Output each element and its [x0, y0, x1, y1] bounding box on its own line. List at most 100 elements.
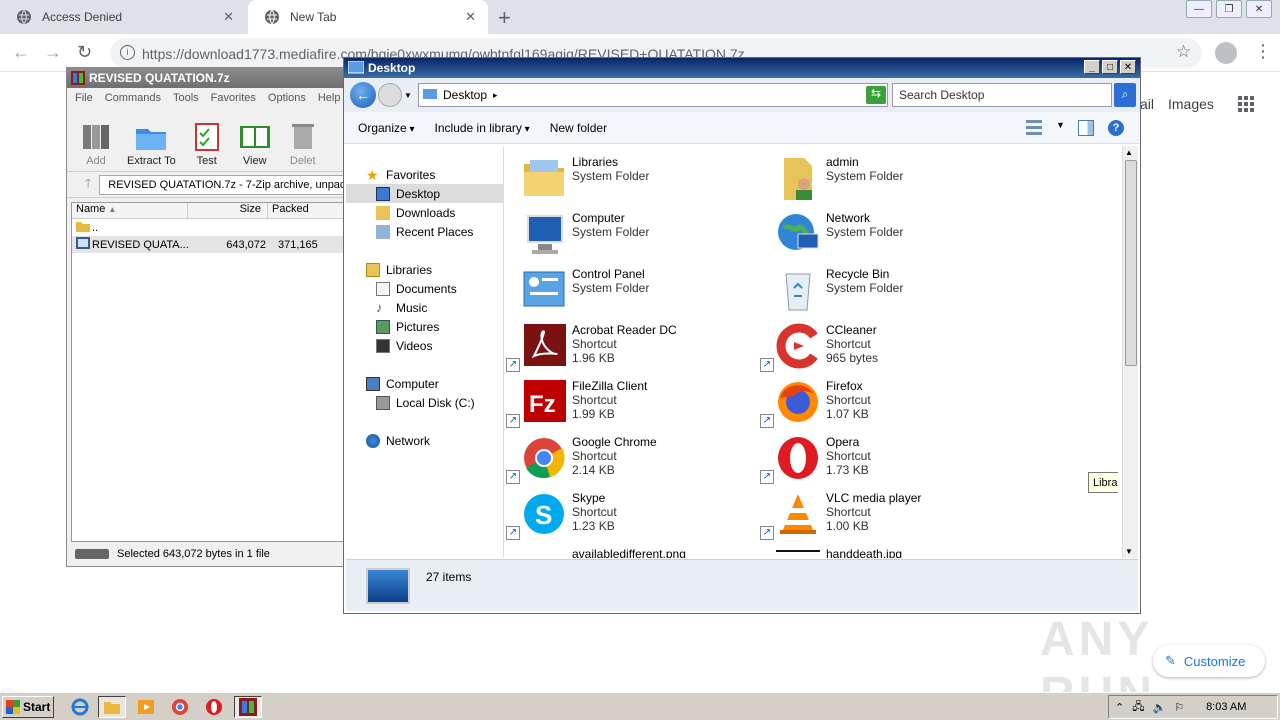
new-folder-button[interactable]: New folder	[550, 121, 607, 135]
list-item[interactable]: Network System Folder	[760, 206, 990, 260]
start-button[interactable]: Start	[2, 696, 54, 718]
scroll-down-icon[interactable]: ▼	[1125, 547, 1133, 556]
list-item[interactable]: Computer System Folder	[506, 206, 736, 260]
maximize-icon[interactable]: □	[1102, 60, 1118, 74]
list-item[interactable]: admin System Folder	[760, 150, 990, 204]
customize-button[interactable]: ✎ Customize	[1153, 645, 1265, 677]
nav-music[interactable]: ♪ Music	[346, 298, 503, 317]
new-tab-button[interactable]: +	[498, 5, 511, 31]
winrar-taskbar-icon[interactable]	[234, 696, 262, 718]
apps-grid-icon[interactable]	[1238, 96, 1254, 112]
close-tab-icon[interactable]: ✕	[223, 9, 234, 25]
extract-to-button[interactable]: Extract To	[127, 121, 176, 167]
nav-pictures[interactable]: Pictures	[346, 317, 503, 336]
chevron-down-icon[interactable]: ▼	[1056, 120, 1065, 136]
profile-avatar[interactable]	[1215, 42, 1237, 64]
add-button[interactable]: Add	[79, 121, 113, 167]
list-item[interactable]: ↗ Firefox Shortcut 1.07 KB	[760, 374, 990, 428]
menu-file[interactable]: File	[75, 92, 93, 104]
back-arrow-icon[interactable]: ←	[350, 82, 376, 108]
network-tray-icon[interactable]: 🖧	[1132, 698, 1144, 717]
menu-commands[interactable]: Commands	[105, 92, 161, 104]
explorer-titlebar[interactable]: Desktop _ □ ✕	[344, 58, 1140, 78]
column-name[interactable]: Name ▲	[72, 203, 188, 218]
list-item[interactable]: ↗ Google Chrome Shortcut 2.14 KB	[506, 430, 736, 484]
chrome-taskbar-icon[interactable]	[166, 696, 194, 718]
view-options-icon[interactable]	[1026, 120, 1042, 136]
menu-help[interactable]: Help	[318, 92, 341, 104]
search-icon[interactable]: ⌕	[1114, 83, 1136, 107]
nav-network[interactable]: Network	[346, 431, 503, 450]
restore-icon[interactable]: ❐	[1216, 0, 1242, 18]
nav-computer[interactable]: Computer	[346, 374, 503, 393]
menu-tools[interactable]: Tools	[173, 92, 199, 104]
nav-desktop[interactable]: Desktop	[346, 184, 503, 203]
scroll-up-icon[interactable]: ▲	[1125, 148, 1133, 157]
nav-videos[interactable]: Videos	[346, 336, 503, 355]
volume-icon[interactable]: 🔈	[1152, 701, 1166, 714]
opera-taskbar-icon[interactable]	[200, 696, 228, 718]
list-item[interactable]: Control Panel System Folder	[506, 262, 736, 316]
nav-libraries[interactable]: Libraries	[346, 260, 503, 279]
test-button[interactable]: Test	[190, 121, 224, 167]
close-icon[interactable]: ✕	[1246, 0, 1272, 18]
minimize-icon[interactable]: _	[1084, 60, 1100, 74]
nav-documents[interactable]: Documents	[346, 279, 503, 298]
list-item[interactable]: Libraries System Folder	[506, 150, 736, 204]
list-item[interactable]: ↗ Opera Shortcut 1.73 KB	[760, 430, 990, 484]
menu-options[interactable]: Options	[268, 92, 306, 104]
nav-favorites[interactable]: ★ Favorites	[346, 165, 503, 184]
explorer-address-field[interactable]: Desktop ▸ ▼	[418, 83, 888, 107]
close-tab-icon[interactable]: ✕	[465, 9, 476, 25]
table-row[interactable]: ..	[72, 219, 360, 236]
minimize-icon[interactable]: —	[1186, 0, 1212, 18]
media-player-icon[interactable]	[132, 696, 160, 718]
forward-arrow-icon[interactable]: →	[44, 42, 62, 63]
organize-button[interactable]: Organize	[358, 121, 415, 135]
list-item[interactable]: ↗ VLC media player Shortcut 1.00 KB	[760, 486, 990, 540]
preview-pane-icon[interactable]	[1078, 120, 1094, 136]
scrollbar-thumb[interactable]	[1125, 160, 1137, 366]
refresh-icon[interactable]: ⇆	[866, 86, 886, 104]
archive-path-field[interactable]: REVISED QUATATION.7z - 7-Zip archive, un…	[99, 174, 355, 195]
list-item[interactable]: handdeath.jpg	[760, 542, 990, 558]
nav-recent-places[interactable]: Recent Places	[346, 222, 503, 241]
list-item[interactable]: Recycle Bin System Folder	[760, 262, 990, 316]
delete-button[interactable]: Delet	[286, 121, 320, 167]
back-arrow-icon[interactable]: ←	[12, 42, 30, 63]
help-icon[interactable]: ?	[1108, 120, 1124, 136]
archive-titlebar[interactable]: REVISED QUATATION.7z	[67, 68, 355, 88]
clock[interactable]: 8:03 AM	[1206, 701, 1246, 713]
tab-new-tab[interactable]: New Tab ✕	[248, 0, 488, 34]
list-item[interactable]: ↗ Acrobat Reader DC Shortcut 1.96 KB	[506, 318, 736, 372]
up-arrow-icon[interactable]: 🡑	[85, 174, 91, 195]
gmail-link[interactable]: ail	[1140, 96, 1154, 112]
history-dropdown-icon[interactable]: ▼	[404, 91, 412, 100]
images-link[interactable]: Images	[1168, 96, 1214, 112]
search-input[interactable]: Search Desktop	[892, 83, 1112, 107]
internet-explorer-icon[interactable]	[66, 696, 94, 718]
column-size[interactable]: Size	[188, 203, 268, 218]
nav-downloads[interactable]: Downloads	[346, 203, 503, 222]
breadcrumb-arrow-icon[interactable]: ▸	[493, 90, 498, 101]
menu-favorites[interactable]: Favorites	[211, 92, 256, 104]
list-item[interactable]: availabledifferent.png	[506, 542, 736, 558]
menu-dots-icon[interactable]: ⋮	[1254, 41, 1272, 62]
table-row[interactable]: REVISED QUATA... 643,072 371,165	[72, 236, 360, 253]
view-button[interactable]: View	[238, 121, 272, 167]
tab-access-denied[interactable]: Access Denied ✕	[0, 0, 246, 34]
include-in-library-button[interactable]: Include in library	[435, 121, 530, 135]
close-icon[interactable]: ✕	[1120, 60, 1136, 74]
list-item[interactable]: S ↗ Skype Shortcut 1.23 KB	[506, 486, 736, 540]
nav-local-disk[interactable]: Local Disk (C:)	[346, 393, 503, 412]
vertical-scrollbar[interactable]: ▲ ▼	[1122, 146, 1138, 558]
reload-icon[interactable]: ↻	[77, 42, 92, 63]
bookmark-star-icon[interactable]: ☆	[1176, 42, 1191, 62]
action-center-flag-icon[interactable]: ⚐	[1174, 701, 1184, 714]
list-item[interactable]: ↗ CCleaner Shortcut 965 bytes	[760, 318, 990, 372]
explorer-taskbar-icon[interactable]	[98, 696, 126, 718]
show-hidden-icons-icon[interactable]: ⌃	[1115, 701, 1124, 714]
list-item[interactable]: Fz ↗ FileZilla Client Shortcut 1.99 KB	[506, 374, 736, 428]
info-icon[interactable]: i	[120, 45, 135, 60]
forward-arrow-icon[interactable]	[378, 83, 402, 107]
